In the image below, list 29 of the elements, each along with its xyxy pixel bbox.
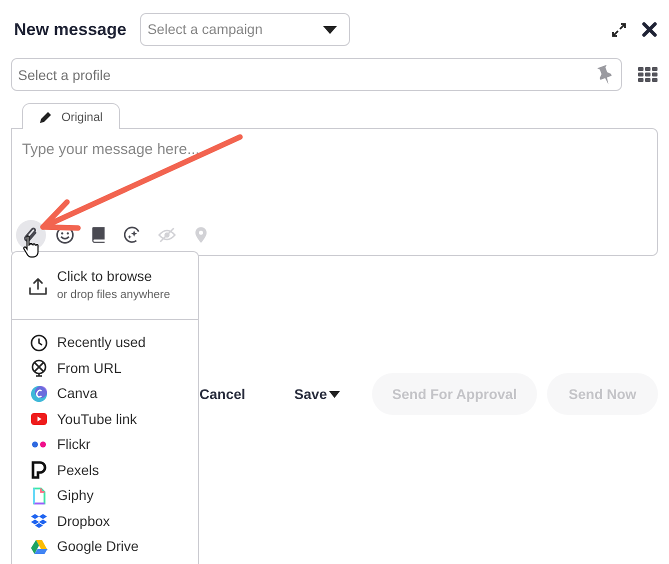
close-icon[interactable] (641, 22, 657, 38)
browse-title: Click to browse (57, 267, 153, 286)
dialog-title: New message (14, 18, 126, 41)
expand-icon[interactable] (611, 22, 627, 38)
browse-subtitle: or drop files anywhere (57, 288, 170, 304)
menu-item[interactable]: Giphy (12, 483, 198, 508)
editor-tab[interactable]: Original (22, 103, 120, 129)
globe-icon (30, 359, 48, 378)
giphy-icon (30, 486, 48, 505)
caret-icon (329, 390, 340, 398)
menu-item[interactable]: Pexels (12, 458, 198, 483)
caret-icon (323, 26, 338, 34)
dropbox-icon (30, 512, 48, 530)
pin-icon[interactable] (597, 65, 613, 85)
save-button[interactable]: Save (274, 373, 360, 415)
pexels-icon (30, 461, 48, 480)
clock-icon (30, 334, 48, 352)
menu-item[interactable]: Dropbox (12, 508, 198, 534)
profile-field[interactable]: Select a profile (11, 58, 622, 91)
menu-item[interactable]: Flickr (12, 432, 198, 458)
pencil-icon (39, 110, 54, 124)
drive-icon (30, 538, 48, 556)
campaign-select[interactable]: Select a campaign (140, 13, 350, 46)
canva-icon (30, 384, 48, 403)
composer-panel[interactable]: Type your message here... (11, 128, 658, 256)
upload-icon (29, 276, 47, 294)
flickr-icon (30, 441, 48, 448)
menu-item[interactable]: Google Drive (12, 534, 198, 560)
menu-item[interactable]: Recently used (12, 330, 198, 356)
